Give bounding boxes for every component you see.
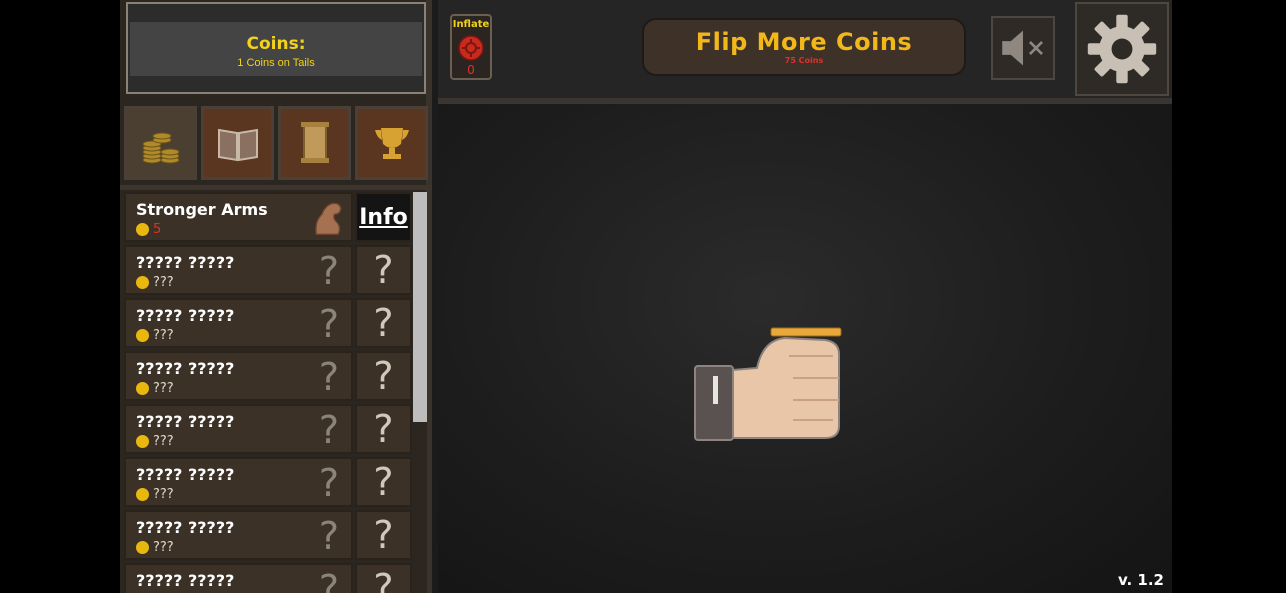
locked-info-button[interactable]: ? xyxy=(355,457,412,507)
upgrade-row-locked[interactable]: ????? ????? ??? ? ? xyxy=(124,563,412,593)
flip-more-coins-button[interactable]: Flip More Coins 75 Coins xyxy=(642,18,966,76)
tab-coins[interactable] xyxy=(124,106,197,180)
upgrade-main[interactable]: ????? ????? ??? ? xyxy=(124,245,353,295)
tab-trophy[interactable] xyxy=(355,106,428,180)
unknown-icon: ? xyxy=(318,461,340,505)
coin-icon xyxy=(136,487,149,501)
tab-bar xyxy=(124,106,428,182)
upgrade-main[interactable]: ????? ????? ??? ? xyxy=(124,404,353,454)
panel-divider xyxy=(120,185,432,190)
locked-info-button[interactable]: ? xyxy=(355,404,412,454)
mute-button[interactable] xyxy=(991,16,1055,80)
upgrade-list[interactable]: Stronger Arms 5 Info ????? ????? ??? ? ?… xyxy=(124,192,412,593)
scrollbar-thumb[interactable] xyxy=(413,192,427,422)
unknown-icon: ? xyxy=(318,355,340,399)
upgrade-cost-value: 5 xyxy=(153,221,162,237)
upgrade-row-locked[interactable]: ????? ????? ??? ? ? xyxy=(124,351,412,401)
upgrade-cost-value: ??? xyxy=(153,380,174,396)
unknown-icon: ? xyxy=(318,408,340,452)
upgrade-row-locked[interactable]: ????? ????? ??? ? ? xyxy=(124,404,412,454)
coin-icon xyxy=(136,381,149,395)
inflate-button[interactable]: Inflate 0 xyxy=(450,14,492,80)
unknown-icon: ? xyxy=(318,249,340,293)
flip-more-coins-label: Flip More Coins xyxy=(695,28,913,56)
locked-info-button[interactable]: ? xyxy=(355,351,412,401)
scroll-icon xyxy=(300,122,329,163)
info-button[interactable]: Info xyxy=(355,192,412,242)
upgrade-cost-value: ??? xyxy=(153,539,174,555)
coins-subtitle: 1 Coins on Tails xyxy=(237,57,315,69)
coin-icon xyxy=(136,434,149,448)
unknown-icon: ? xyxy=(318,567,340,593)
locked-info-button[interactable]: ? xyxy=(355,298,412,348)
upgrade-row-locked[interactable]: ????? ????? ??? ? ? xyxy=(124,245,412,295)
upgrade-main[interactable]: Stronger Arms 5 xyxy=(124,192,353,242)
upgrade-cost-value: ??? xyxy=(153,486,174,502)
coin-stack-icon xyxy=(142,132,179,164)
upgrade-cost: ??? xyxy=(136,380,174,396)
locked-info-button[interactable]: ? xyxy=(355,563,412,593)
upgrade-cost-value: ??? xyxy=(153,327,174,343)
upgrade-main[interactable]: ????? ????? ??? ? xyxy=(124,563,353,593)
upgrade-cost-value: ??? xyxy=(153,274,174,290)
settings-button[interactable] xyxy=(1075,2,1169,96)
tab-scroll[interactable] xyxy=(278,106,351,180)
upgrade-cost-value: ??? xyxy=(153,433,174,449)
upgrade-name: ????? ????? xyxy=(136,306,235,325)
version-label: v. 1.2 xyxy=(1117,571,1164,589)
coin-flip-stage[interactable]: v. 1.2 xyxy=(438,104,1172,593)
game-window: Coins: 1 Coins on Tails Stronger Arms 5 … xyxy=(120,0,1172,593)
book-icon xyxy=(217,128,258,162)
upgrade-name: Stronger Arms xyxy=(136,200,268,219)
upgrade-row-locked[interactable]: ????? ????? ??? ? ? xyxy=(124,510,412,560)
bicep-icon xyxy=(311,196,347,240)
upgrade-main[interactable]: ????? ????? ??? ? xyxy=(124,351,353,401)
coin-icon xyxy=(136,540,149,554)
coins-display: Coins: 1 Coins on Tails xyxy=(126,2,426,94)
upgrade-cost: ??? xyxy=(136,274,174,290)
locked-info-button[interactable]: ? xyxy=(355,510,412,560)
upgrade-name: ????? ????? xyxy=(136,412,235,431)
upgrade-cost: ??? xyxy=(136,327,174,343)
locked-info-button[interactable]: ? xyxy=(355,245,412,295)
inflate-coin-icon xyxy=(458,35,484,61)
upgrade-main[interactable]: ????? ????? ??? ? xyxy=(124,510,353,560)
upgrade-name: ????? ????? xyxy=(136,465,235,484)
coin-icon xyxy=(136,328,149,342)
upgrade-row-locked[interactable]: ????? ????? ??? ? ? xyxy=(124,298,412,348)
upgrade-main[interactable]: ????? ????? ??? ? xyxy=(124,298,353,348)
top-bar: Inflate 0 Flip More Coins 75 Coins xyxy=(438,0,1172,104)
coin-icon xyxy=(136,222,149,236)
gear-icon xyxy=(1087,14,1157,84)
flip-more-coins-cost: 75 Coins xyxy=(784,56,824,65)
coins-display-inner: Coins: 1 Coins on Tails xyxy=(130,22,422,76)
hand-with-coin-icon xyxy=(694,327,842,441)
upgrade-list-scrollbar[interactable] xyxy=(413,192,427,593)
upgrade-main[interactable]: ????? ????? ??? ? xyxy=(124,457,353,507)
upgrade-row-locked[interactable]: ????? ????? ??? ? ? xyxy=(124,457,412,507)
trophy-icon xyxy=(374,128,409,159)
upgrade-name: ????? ????? xyxy=(136,571,235,590)
speaker-muted-icon xyxy=(1002,30,1043,66)
upgrade-cost: ??? xyxy=(136,433,174,449)
upgrade-row-stronger-arms[interactable]: Stronger Arms 5 Info xyxy=(124,192,412,242)
unknown-icon: ? xyxy=(318,302,340,346)
unknown-icon: ? xyxy=(318,514,340,558)
left-panel: Coins: 1 Coins on Tails Stronger Arms 5 … xyxy=(120,0,432,593)
coins-title: Coins: xyxy=(246,34,306,54)
tab-book[interactable] xyxy=(201,106,274,180)
upgrade-name: ????? ????? xyxy=(136,518,235,537)
inflate-label: Inflate xyxy=(452,19,490,30)
upgrade-name: ????? ????? xyxy=(136,253,235,272)
upgrade-cost: ??? xyxy=(136,539,174,555)
coin-icon xyxy=(136,275,149,289)
upgrade-cost: ??? xyxy=(136,486,174,502)
upgrade-name: ????? ????? xyxy=(136,359,235,378)
inflate-value: 0 xyxy=(467,63,475,77)
upgrade-cost: 5 xyxy=(136,221,161,237)
